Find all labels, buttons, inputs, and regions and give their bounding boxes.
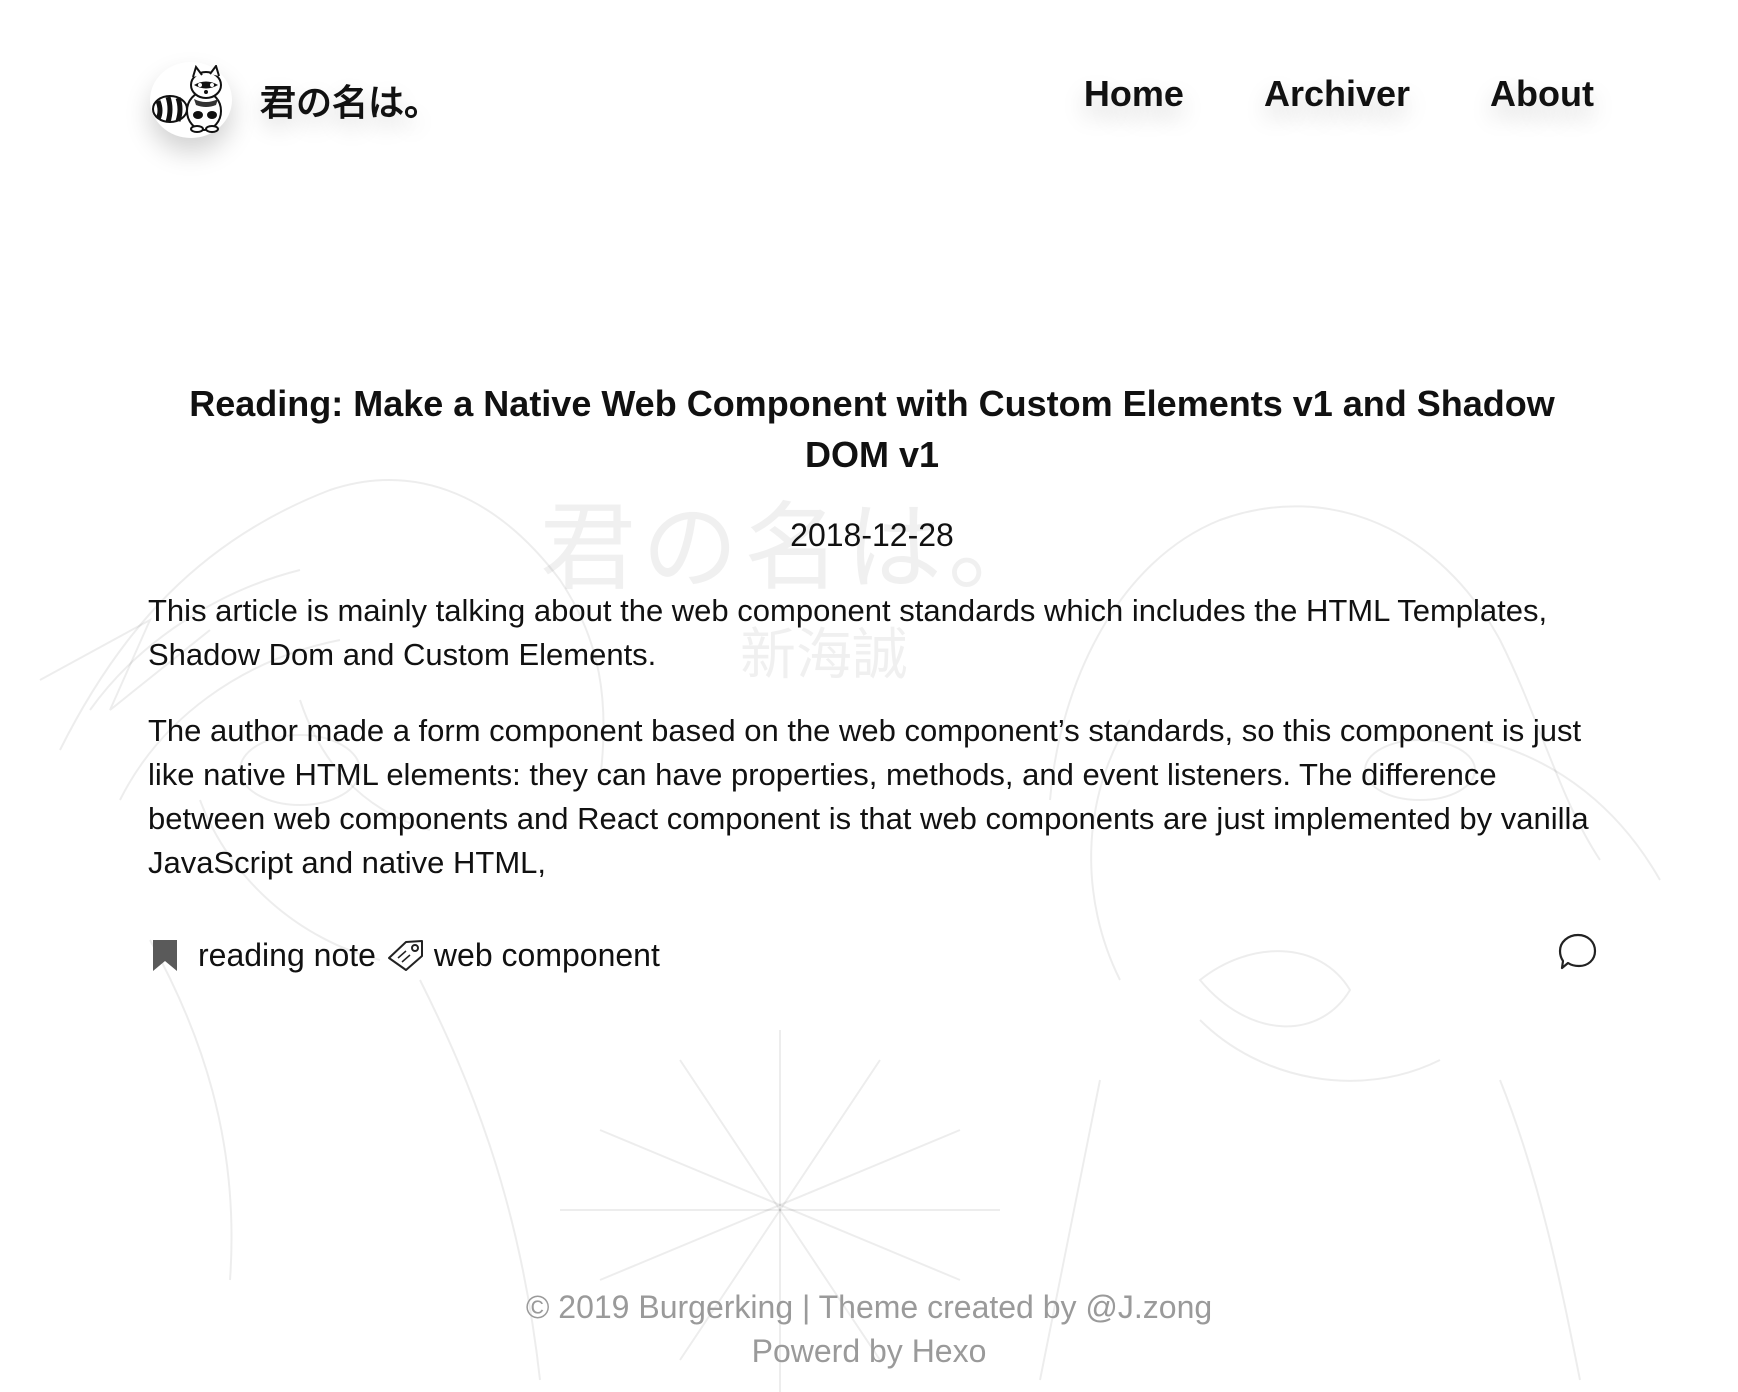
category-label[interactable]: reading note xyxy=(198,933,376,977)
post-tag[interactable]: web component xyxy=(386,933,660,977)
tag-label[interactable]: web component xyxy=(434,933,660,977)
post-article: Reading: Make a Native Web Component wit… xyxy=(148,378,1596,885)
main-nav: Home Archiver About xyxy=(1084,70,1594,118)
post-category[interactable]: reading note xyxy=(150,933,376,977)
tag-icon xyxy=(386,938,426,972)
footer-copyright: © 2019 Burgerking | Theme created by @J.… xyxy=(525,1289,1213,1325)
bookmark-icon xyxy=(150,938,180,972)
nav-archiver-link[interactable]: Archiver xyxy=(1264,70,1410,118)
post-meta: reading note web component xyxy=(150,932,1598,978)
footer-powered-by[interactable]: Powerd by Hexo xyxy=(0,1329,1738,1373)
post-date: 2018-12-28 xyxy=(790,517,954,553)
site-brand[interactable]: 君の名は。 xyxy=(150,62,440,138)
post-paragraph: The author made a form component based o… xyxy=(148,713,1589,880)
nav-about-link[interactable]: About xyxy=(1490,70,1594,118)
comment-icon[interactable] xyxy=(1558,932,1598,977)
site-footer: © 2019 Burgerking | Theme created by @J.… xyxy=(0,1285,1738,1373)
site-header: 君の名は。 Home Archiver About xyxy=(0,0,1738,190)
post-body: This article is mainly talking about the… xyxy=(148,589,1596,885)
raccoon-logo-icon[interactable] xyxy=(150,62,232,138)
site-title[interactable]: 君の名は。 xyxy=(260,74,440,126)
nav-home-link[interactable]: Home xyxy=(1084,70,1184,118)
post-paragraph: This article is mainly talking about the… xyxy=(148,593,1548,672)
post-title[interactable]: Reading: Make a Native Web Component wit… xyxy=(148,378,1596,480)
